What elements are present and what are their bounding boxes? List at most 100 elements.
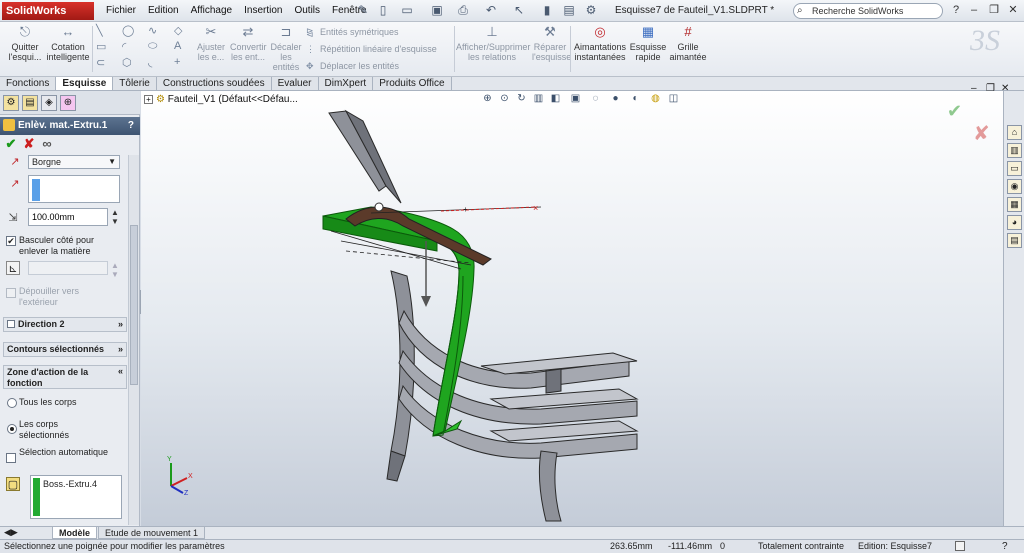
undo-icon[interactable]: ↶ [484,3,498,17]
panel-scrollbar[interactable] [128,155,139,525]
menu-insertion[interactable]: Insertion [238,0,288,22]
tab-esquisse[interactable]: Esquisse [56,77,114,90]
fillet-icon[interactable]: ◟ [148,56,152,69]
file-properties-icon[interactable]: ▤ [562,3,576,17]
solidworks-resources-icon[interactable]: ⌂ [1007,125,1022,140]
polygon-icon[interactable]: ⬡ [122,56,132,69]
search-results-icon[interactable]: ◉ [1007,179,1022,194]
rectangle-icon[interactable]: ▭ [96,40,106,53]
reverse-direction-icon[interactable]: ↗ [8,155,22,169]
show-relations-button[interactable]: ⊥ Afficher/Supprimer les relations [456,24,530,62]
menu-affichage[interactable]: Affichage [185,0,239,22]
scrollbar-thumb[interactable] [130,225,138,385]
select-icon[interactable]: ↖ [512,3,526,17]
linear-pattern-button[interactable]: ⋮ Répétition linéaire d'esquisse [306,43,437,55]
new-document-icon[interactable]: ▯ [376,3,390,17]
construction-line [345,250,472,264]
slot-icon[interactable]: ⊂ [96,56,105,69]
tab-dimxpert[interactable]: DimXpert [318,77,374,90]
spin-down-icon[interactable]: ▼ [111,218,119,226]
magnet-grid-button[interactable]: # Grille aimantée [668,24,708,62]
draft-icon[interactable]: ⊾ [6,261,20,275]
move-entities-button[interactable]: ✥ Déplacer les entités [306,60,399,72]
appearances-icon[interactable]: ◕ [1007,215,1022,230]
bodies-listbox[interactable]: Boss.-Extru.4 [30,475,122,519]
point-icon[interactable]: ◇ [174,24,182,37]
feature-scope-group[interactable]: Zone d'action de la fonction « [3,365,127,389]
ellipse-icon[interactable]: ⬭ [148,40,157,53]
ok-icon[interactable]: ✔ [4,137,18,151]
flip-side-checkbox[interactable]: ✔ [6,236,16,246]
tab-scroll-icon[interactable]: ◀▶ [4,527,18,538]
direction2-checkbox[interactable] [7,320,15,328]
design-library-icon[interactable]: ▥ [1007,143,1022,158]
mirror-entities-button[interactable]: ⧎ Entités symétriques [306,26,399,38]
tab-motion-study[interactable]: Etude de mouvement 1 [98,527,206,539]
direction-arrow-icon[interactable]: ↗ [8,177,22,191]
view-palette-icon[interactable]: ▦ [1007,197,1022,212]
text-icon[interactable]: A [174,40,181,52]
file-explorer-icon[interactable]: ▭ [1007,161,1022,176]
menu-outils[interactable]: Outils [288,0,326,22]
feature-manager-icon[interactable]: ⚙ [3,95,19,111]
dimxpert-manager-icon[interactable]: ⊕ [60,95,76,111]
depth-field[interactable] [28,208,108,226]
tab-tolerie[interactable]: Tôlerie [113,77,157,90]
centerline-icon[interactable]: + [174,56,180,68]
search-input[interactable]: ⌕ Recherche SolidWorks [793,3,943,19]
minimize-button[interactable]: – [966,2,982,18]
sketch-origin[interactable] [374,202,384,212]
graphics-area[interactable]: + ⚙ Fauteil_V1 (Défaut<<Défau... ⊕ ⊙ ↻ ▥ … [141,83,1009,526]
status-constraint: Totalement contrainte [758,541,845,551]
auto-select-checkbox[interactable] [6,453,16,463]
close-button[interactable]: ✕ [1005,2,1021,18]
direction-selection-box[interactable] [28,175,120,203]
rapid-sketch-button[interactable]: ▦ Esquisse rapide [628,24,668,62]
arc-icon[interactable]: ◜ [122,40,126,53]
selected-contours-group[interactable]: Contours sélectionnés» [3,342,127,357]
configuration-manager-icon[interactable]: ◈ [41,95,57,111]
convert-entities-button[interactable]: ⇄ Convertir les ent... [230,24,267,62]
cancel-icon[interactable]: ✘ [22,137,36,151]
direction2-group[interactable]: Direction 2» [3,317,127,332]
solidworks-logo[interactable]: SolidWorks [2,2,94,20]
chair-model[interactable]: + × Y X Z [141,91,1003,526]
extrude-arrow-head[interactable] [421,296,431,307]
list-item[interactable]: Boss.-Extru.4 [43,479,97,489]
menu-fichier[interactable]: Fichier [100,0,142,22]
tab-modele[interactable]: Modèle [52,527,98,539]
line-icon[interactable]: ╲ [96,24,103,37]
property-manager-icon[interactable]: ▤ [22,95,38,111]
pin-icon[interactable]: ✎ [356,3,370,17]
rebuild-status-icon[interactable] [955,541,965,551]
print-icon[interactable]: ⎙ [456,3,470,17]
rebuild-icon[interactable]: ▮ [540,3,554,17]
smart-dimension-button[interactable]: ↔ Cotation intelligente [46,24,90,62]
tab-constructions-soudees[interactable]: Constructions soudées [156,77,272,90]
custom-properties-icon[interactable]: ▤ [1007,233,1022,248]
trim-button[interactable]: ✂ Ajuster les e... [194,24,228,62]
convert-icon: ⇄ [242,24,254,39]
end-condition-select[interactable]: Borgne ▼ [28,155,120,169]
options-icon[interactable]: ⚙ [584,3,598,17]
tab-fonctions[interactable]: Fonctions [0,77,57,90]
help-icon[interactable]: ? [1002,540,1008,553]
offset-entities-button[interactable]: ⊐ Décaler les entités [270,24,302,72]
restore-button[interactable]: ❐ [986,2,1002,18]
tab-evaluer[interactable]: Evaluer [271,77,319,90]
tab-produits-office[interactable]: Produits Office [373,77,452,90]
all-bodies-radio[interactable] [7,398,17,408]
circle-icon[interactable]: ◯ [122,24,134,37]
instant-snaps-button[interactable]: ◎ Aimantations instantanées [574,24,626,62]
save-icon[interactable]: ▣ [430,3,444,17]
spline-icon[interactable]: ∿ [148,24,157,37]
open-icon[interactable]: ▭ [400,3,414,17]
menu-edition[interactable]: Edition [142,0,185,22]
repair-sketch-button[interactable]: ⚒ Réparer l'esquisse [532,24,571,62]
preview-icon[interactable]: ∞ [40,137,54,151]
help-icon[interactable]: ? [128,117,134,135]
selected-bodies-radio[interactable] [7,424,17,434]
help-icon[interactable]: ? [948,2,964,18]
spin-up-icon[interactable]: ▲ [111,209,119,217]
quit-sketch-button[interactable]: ⎋ Quitter l'esqui... [6,24,44,62]
